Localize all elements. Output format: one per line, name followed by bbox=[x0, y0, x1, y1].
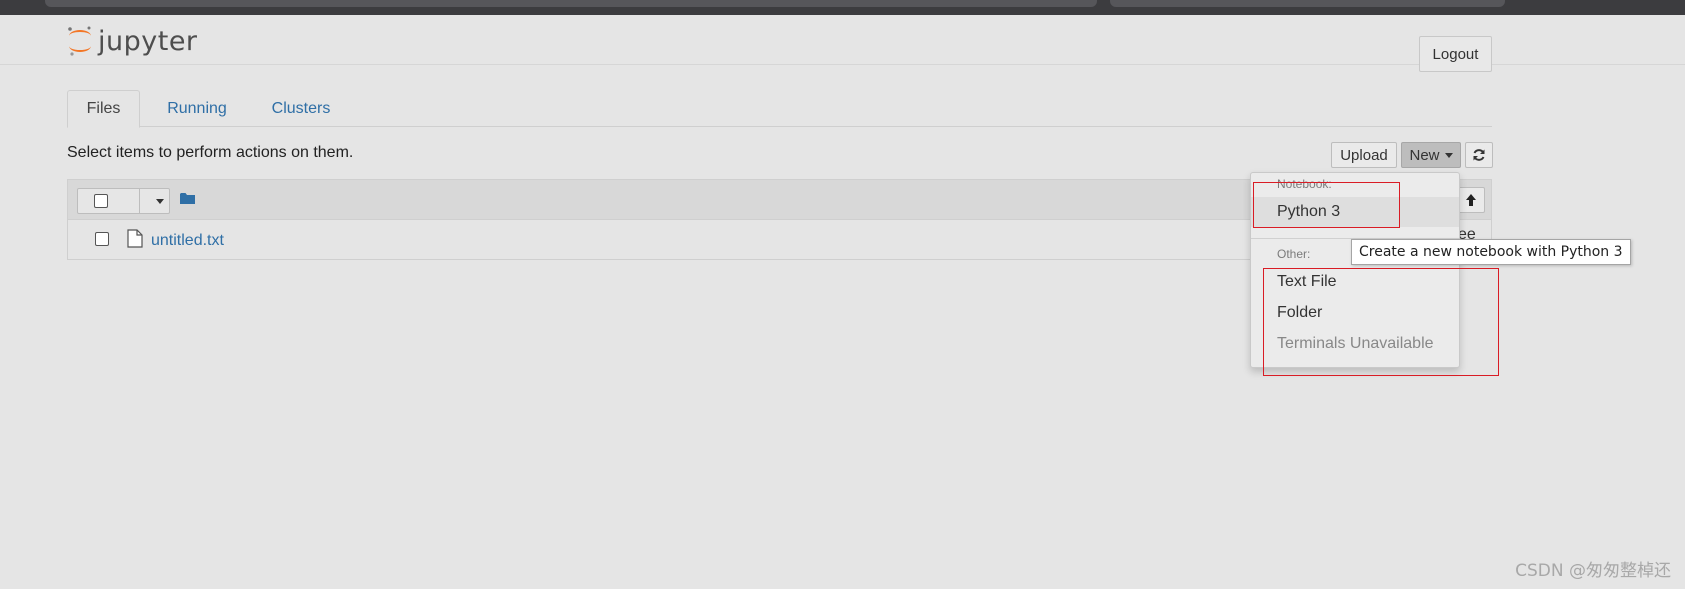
browser-tab[interactable] bbox=[45, 0, 1097, 7]
tab-files[interactable]: Files bbox=[67, 90, 140, 128]
new-button-label: New bbox=[1409, 146, 1440, 164]
arrow-up-icon bbox=[1466, 194, 1476, 206]
refresh-icon bbox=[1473, 149, 1485, 161]
other-section-header: Other: bbox=[1277, 247, 1311, 261]
select-all-checkbox[interactable] bbox=[94, 194, 108, 208]
upload-button[interactable]: Upload bbox=[1331, 142, 1397, 168]
select-all-dropdown[interactable] bbox=[77, 188, 170, 214]
highlight-box-other bbox=[1263, 268, 1499, 376]
folder-icon[interactable] bbox=[180, 192, 195, 205]
jupyter-logo[interactable]: jupyter bbox=[66, 21, 198, 61]
file-name-link[interactable]: untitled.txt bbox=[151, 232, 224, 250]
caret-down-icon[interactable] bbox=[156, 199, 164, 204]
browser-tab[interactable] bbox=[1110, 0, 1505, 7]
watermark: CSDN @匆匆整棹还 bbox=[1515, 561, 1671, 581]
browser-tab-strip bbox=[0, 0, 1685, 15]
logout-button[interactable]: Logout bbox=[1419, 36, 1492, 72]
selection-hint: Select items to perform actions on them. bbox=[67, 144, 354, 161]
highlight-box-python3 bbox=[1253, 182, 1400, 228]
new-button[interactable]: New bbox=[1401, 142, 1461, 168]
header: jupyter Logout bbox=[0, 15, 1685, 72]
logo-text: jupyter bbox=[98, 25, 198, 57]
tooltip: Create a new notebook with Python 3 bbox=[1351, 239, 1631, 265]
jupyter-logo-icon bbox=[68, 26, 91, 56]
tab-clusters[interactable]: Clusters bbox=[255, 90, 347, 127]
caret-down-icon bbox=[1444, 152, 1453, 158]
tab-running[interactable]: Running bbox=[152, 90, 242, 127]
file-icon bbox=[127, 229, 143, 248]
row-checkbox[interactable] bbox=[95, 232, 109, 246]
main-tabs: Files Running Clusters bbox=[67, 90, 1492, 128]
refresh-button[interactable] bbox=[1465, 142, 1493, 168]
sort-button[interactable] bbox=[1457, 187, 1485, 213]
